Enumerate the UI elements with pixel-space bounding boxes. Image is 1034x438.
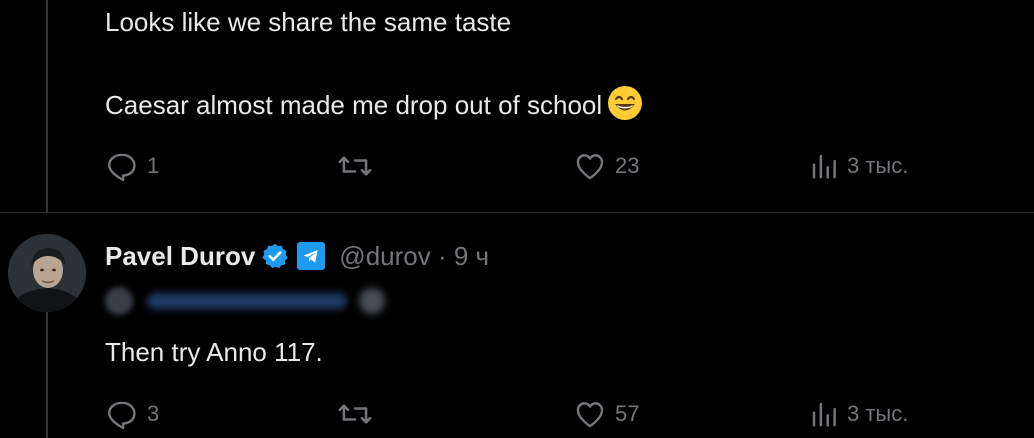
views-icon (812, 154, 836, 179)
thread-line (46, 312, 48, 438)
tweet-divider (0, 212, 1034, 213)
tweet-header: Pavel Durov @durov · 9 ч (105, 236, 489, 276)
retweet-icon (338, 404, 372, 424)
blurred-reply-context (105, 284, 405, 318)
reply-button[interactable]: 1 (105, 146, 159, 186)
tweet-actions: 1 23 3 тыс. (105, 146, 935, 186)
views-count: 3 тыс. (847, 153, 909, 178)
reply-icon (108, 401, 136, 430)
like-count: 57 (615, 401, 640, 426)
telegram-icon[interactable] (297, 242, 326, 270)
views-button[interactable]: 3 тыс. (809, 146, 908, 186)
tweet-text: Caesar almost made me drop out of school (105, 90, 603, 120)
views-count: 3 тыс. (847, 401, 909, 426)
retweet-button[interactable] (337, 394, 373, 434)
reply-icon (108, 153, 136, 182)
thread-line (46, 0, 48, 212)
retweet-icon (338, 156, 372, 176)
like-icon (576, 154, 604, 180)
like-icon (576, 402, 604, 428)
author-handle[interactable]: @durov · 9 ч (339, 241, 489, 272)
like-button[interactable]: 57 (573, 394, 639, 434)
tweet-text-line: Caesar almost made me drop out of school (105, 86, 643, 121)
avatar[interactable] (8, 234, 86, 312)
reply-button[interactable]: 3 (105, 394, 159, 434)
reply-count: 3 (147, 401, 160, 426)
tweet-text: Then try Anno 117. (105, 337, 323, 367)
author-name[interactable]: Pavel Durov (105, 241, 255, 272)
views-button[interactable]: 3 тыс. (809, 394, 908, 434)
tweet-text-line: Looks like we share the same taste (105, 7, 512, 37)
views-icon (812, 402, 836, 427)
grinning-face-emoji-icon (608, 86, 643, 120)
verified-icon[interactable] (261, 242, 289, 270)
retweet-button[interactable] (337, 146, 373, 186)
like-count: 23 (615, 153, 640, 178)
reply-count: 1 (147, 153, 160, 178)
tweet-actions: 3 57 3 тыс. (105, 394, 935, 434)
like-button[interactable]: 23 (573, 146, 639, 186)
